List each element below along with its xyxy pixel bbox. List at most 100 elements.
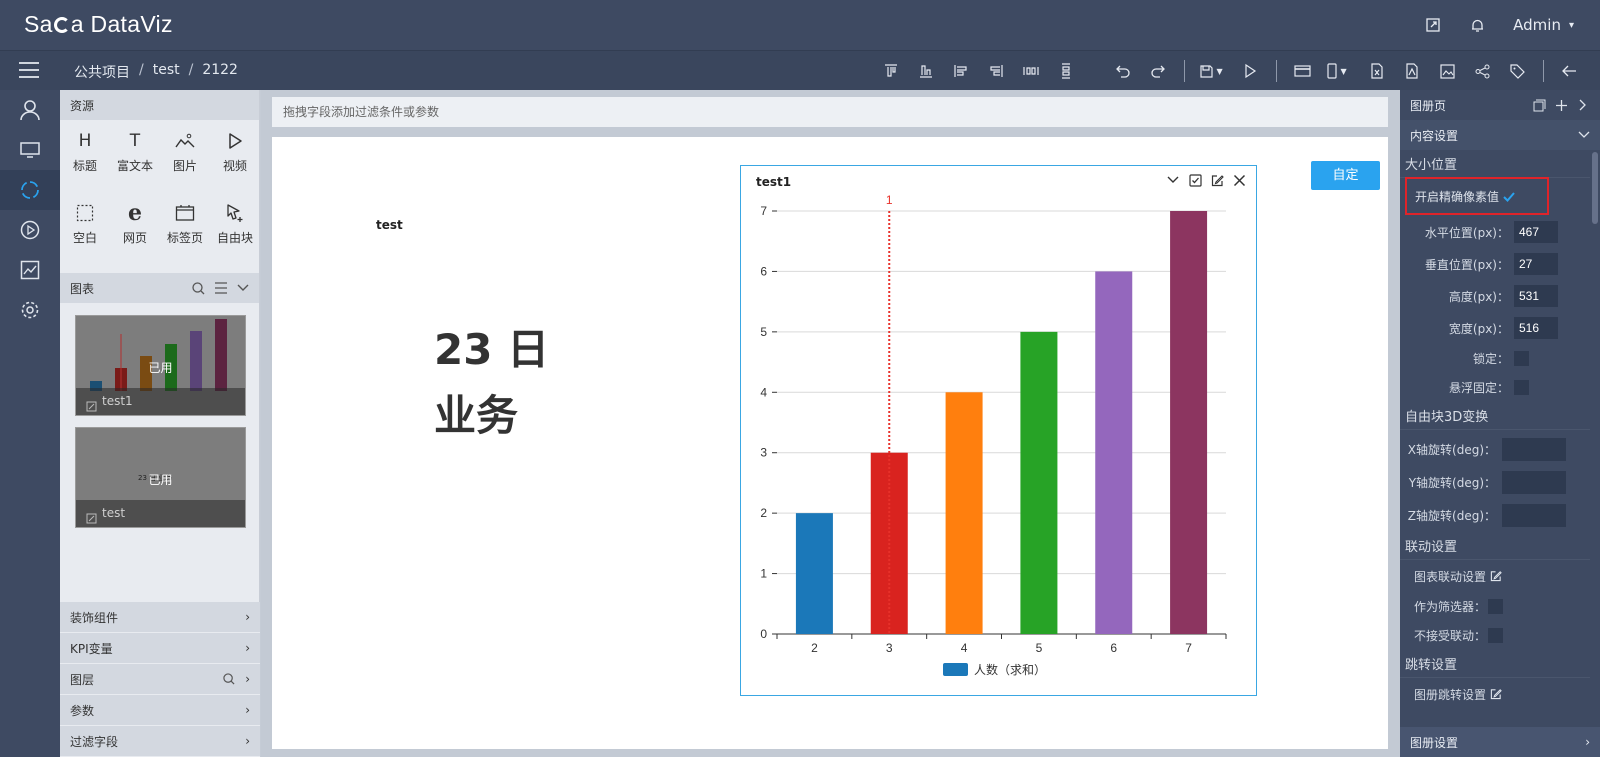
accordion-decor[interactable]: 装饰组件 › — [60, 602, 260, 633]
resource-tabs[interactable]: 标签页 — [160, 202, 210, 256]
nav-settings-icon[interactable] — [0, 290, 60, 330]
nav-play-icon[interactable] — [0, 210, 60, 250]
panel-header: 图册页 — [1400, 90, 1600, 120]
nav-monitor-icon[interactable] — [0, 130, 60, 170]
bar[interactable] — [1170, 211, 1208, 634]
export-image-icon[interactable] — [1438, 62, 1456, 80]
align-top-icon[interactable] — [882, 62, 900, 80]
hamburger-menu-icon[interactable] — [18, 60, 40, 80]
undo-icon[interactable] — [1114, 62, 1132, 80]
width-input[interactable] — [1514, 317, 1558, 339]
resource-picture[interactable]: 图片 — [160, 130, 210, 184]
resource-heading[interactable]: H 标题 — [60, 130, 110, 184]
height-input[interactable] — [1514, 285, 1558, 307]
filter-drop-zone[interactable]: 拖拽字段添加过滤条件或参数 — [272, 97, 1388, 127]
bell-icon[interactable] — [1469, 17, 1485, 33]
export-pdf-icon[interactable] — [1403, 62, 1421, 80]
y-tick-label: 4 — [760, 385, 767, 399]
canvas-big-title[interactable]: 23 日业务 — [434, 317, 604, 449]
accordion-layers[interactable]: 图层 › — [60, 664, 260, 695]
distribute-horizontal-icon[interactable] — [1022, 62, 1040, 80]
horizontal-position-input[interactable] — [1514, 221, 1558, 243]
confirm-button[interactable]: 自定 — [1311, 161, 1380, 190]
list-icon[interactable] — [214, 282, 228, 294]
breadcrumb-item[interactable]: test — [153, 62, 180, 82]
resource-blank[interactable]: 空白 — [60, 202, 110, 256]
resource-grid: H 标题 T 富文本 图片 视频 空白 e 网页 标签页 自由块 — [60, 120, 259, 273]
chevron-down-icon[interactable] — [237, 284, 249, 292]
share-icon[interactable] — [1473, 62, 1491, 80]
accordion-params[interactable]: 参数 › — [60, 695, 260, 726]
copy-icon[interactable] — [1532, 98, 1546, 112]
play-icon[interactable] — [1241, 62, 1259, 80]
align-left-icon[interactable] — [952, 62, 970, 80]
legend-label[interactable]: 人数（求和） — [974, 662, 1046, 677]
logo-ring-icon — [53, 17, 70, 33]
distribute-vertical-icon[interactable] — [1057, 62, 1075, 80]
z-rotation-input[interactable] — [1502, 504, 1566, 527]
search-icon[interactable] — [192, 281, 205, 295]
nav-user-icon[interactable] — [0, 90, 60, 130]
tag-icon[interactable] — [1508, 62, 1526, 80]
bar[interactable] — [1020, 331, 1058, 634]
edit-icon — [86, 395, 97, 415]
breadcrumb-item[interactable]: 公共项目 — [74, 62, 130, 82]
album-jump-settings[interactable]: 图册跳转设置 — [1400, 678, 1590, 710]
vertical-position-input[interactable] — [1514, 253, 1558, 275]
redo-icon[interactable] — [1149, 62, 1167, 80]
chevron-right-icon[interactable] — [1576, 98, 1590, 112]
plus-icon[interactable] — [1554, 98, 1568, 112]
user-menu[interactable]: Admin ▾ — [1513, 16, 1574, 34]
resource-video[interactable]: 视频 — [210, 130, 260, 184]
accordion-kpi[interactable]: KPI变量 › — [60, 633, 260, 664]
search-icon[interactable] — [223, 673, 235, 685]
y-tick-label: 3 — [760, 446, 767, 460]
edit-icon — [86, 507, 97, 527]
x-tick-label: 5 — [1036, 641, 1043, 655]
chart-thumb-test1[interactable]: 已用 test1 — [75, 315, 246, 416]
external-link-icon[interactable] — [1425, 17, 1441, 33]
no-link-checkbox[interactable] — [1488, 628, 1504, 643]
content-settings-header[interactable]: 内容设置 — [1400, 120, 1600, 150]
float-fixed-checkbox[interactable] — [1514, 380, 1529, 395]
resource-freeblock[interactable]: 自由块 — [210, 202, 260, 256]
resource-richtext[interactable]: T 富文本 — [110, 130, 160, 184]
back-arrow-icon[interactable] — [1560, 62, 1578, 80]
nav-chart-icon[interactable] — [0, 250, 60, 290]
chart-thumb-test[interactable]: 23 日 业务 已用 test — [75, 427, 246, 528]
toolbar-divider — [1542, 60, 1544, 82]
x-rotation-input[interactable] — [1502, 438, 1566, 461]
save-dropdown[interactable]: ▼ — [1199, 64, 1227, 79]
field-as-filter: 作为筛选器： — [1400, 592, 1590, 621]
toolbar-divider — [1183, 60, 1185, 82]
album-settings-footer[interactable]: 图册设置 › — [1400, 727, 1600, 757]
bar[interactable] — [795, 513, 833, 634]
accordion-filter-fields[interactable]: 过滤字段 › — [60, 726, 260, 757]
align-right-icon[interactable] — [987, 62, 1005, 80]
resource-web[interactable]: e 网页 — [110, 200, 160, 256]
lock-checkbox[interactable] — [1514, 351, 1529, 366]
chart-thumbnails: 已用 test1 23 日 业务 已用 test — [60, 303, 259, 528]
chevron-right-icon: › — [245, 703, 250, 717]
chart-widget[interactable]: test1 0 1 2 3 4 5 6 7 2 3 4 5 6 7 1 人数（求和） — [740, 165, 1257, 696]
bar[interactable] — [945, 392, 983, 634]
legend-swatch[interactable] — [943, 663, 968, 676]
panel-scrollbar[interactable] — [1592, 152, 1598, 224]
chart-link-settings[interactable]: 图表联动设置 — [1400, 560, 1590, 592]
field-width: 宽度(px)： — [1400, 312, 1590, 344]
align-bottom-icon[interactable] — [917, 62, 935, 80]
as-filter-checkbox[interactable] — [1488, 599, 1504, 614]
section-3d-transform: 自由块3D变换 — [1400, 402, 1590, 430]
album-canvas[interactable]: test 23 日业务 自定 test1 0 1 2 3 4 5 6 7 2 3 4 5 6 7 1 人数（求… — [272, 137, 1388, 749]
precise-pixel-toggle[interactable]: 开启精确像素值 — [1405, 177, 1549, 215]
used-label: 已用 — [148, 473, 173, 487]
y-tick-label: 0 — [760, 627, 767, 641]
thumb-caption: test — [76, 500, 245, 527]
y-rotation-input[interactable] — [1502, 471, 1566, 494]
mobile-dropdown[interactable]: ▼ — [1326, 63, 1354, 79]
bar[interactable] — [1095, 271, 1133, 634]
nav-album-icon[interactable] — [0, 170, 60, 210]
card-icon[interactable] — [1293, 62, 1311, 80]
export-excel-icon[interactable] — [1368, 62, 1386, 80]
canvas-text-test[interactable]: test — [376, 218, 403, 232]
